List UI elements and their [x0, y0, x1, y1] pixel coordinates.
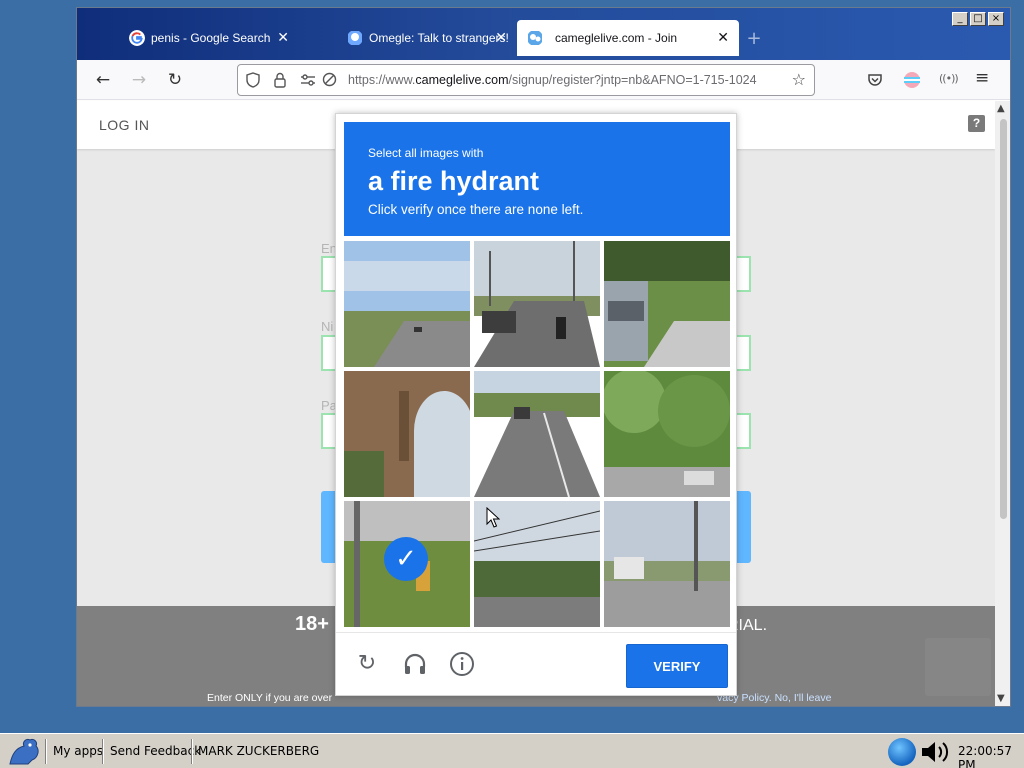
- menu-icon[interactable]: ≡: [975, 68, 989, 88]
- close-window-button[interactable]: ×: [988, 12, 1004, 26]
- title-bar: penis - Google Search ✕ Omegle: Talk to …: [77, 8, 1010, 60]
- nickname-label: Ni: [321, 319, 334, 334]
- tab-strip: penis - Google Search ✕ Omegle: Talk to …: [81, 20, 769, 56]
- blocked-autoplay-icon[interactable]: [322, 72, 337, 87]
- recaptcha-badge-icon[interactable]: [925, 638, 991, 696]
- highway-image: [474, 371, 600, 497]
- scroll-down-icon[interactable]: ▼: [997, 693, 1005, 704]
- audio-challenge-headphones-icon[interactable]: [402, 651, 428, 677]
- permissions-icon[interactable]: [300, 73, 316, 87]
- url-domain: cameglelive.com: [415, 73, 509, 87]
- captcha-instructions: Select all images with a fire hydrant Cl…: [344, 122, 730, 236]
- captcha-image-cell[interactable]: [344, 241, 470, 367]
- start-menu-icon[interactable]: [6, 736, 42, 766]
- captcha-footer: ↻ VERIFY: [336, 632, 736, 696]
- taskbar-separator: [102, 739, 104, 764]
- bookmark-star-icon[interactable]: ☆: [792, 70, 806, 89]
- account-flag-icon[interactable]: [903, 71, 921, 89]
- close-tab-icon[interactable]: ✕: [495, 29, 507, 46]
- forward-arrow-icon[interactable]: →: [128, 69, 150, 91]
- instruction-sub: Click verify once there are none left.: [368, 202, 584, 217]
- captcha-image-cell[interactable]: [604, 501, 730, 627]
- login-link[interactable]: LOG IN: [99, 117, 149, 133]
- trees-image: [604, 371, 730, 497]
- reload-icon[interactable]: ↻: [164, 69, 186, 91]
- maximize-button[interactable]: □: [970, 12, 986, 26]
- tab-google-search[interactable]: penis - Google Search ✕: [81, 20, 299, 56]
- google-icon: [129, 30, 145, 46]
- road-image: [474, 241, 600, 367]
- send-feedback-button[interactable]: Send Feedback: [110, 744, 201, 758]
- minimize-button[interactable]: _: [952, 12, 968, 26]
- close-tab-icon[interactable]: ✕: [277, 29, 289, 46]
- enter-only-text: Enter ONLY if you are over: [207, 692, 333, 704]
- info-icon[interactable]: [449, 651, 475, 677]
- parked-car-image: [604, 241, 730, 367]
- captcha-image-cell[interactable]: [604, 371, 730, 497]
- close-tab-icon[interactable]: ✕: [717, 29, 729, 46]
- tab-title: penis - Google Search: [151, 31, 271, 45]
- volume-icon[interactable]: [920, 739, 954, 765]
- navigation-toolbar: ← → ↻ https://www.cameglelive.com/signup…: [77, 60, 1010, 100]
- captcha-image-cell[interactable]: [474, 371, 600, 497]
- taskbar: My apps Send Feedback MARK ZUCKERBERG 22…: [0, 733, 1024, 768]
- instruction-small: Select all images with: [368, 146, 484, 160]
- captcha-challenge: Select all images with a fire hydrant Cl…: [335, 113, 737, 696]
- tab-cameglelive[interactable]: cameglelive.com - Join ✕: [517, 20, 739, 56]
- captcha-image-cell[interactable]: [344, 371, 470, 497]
- pocket-icon[interactable]: [867, 72, 883, 88]
- my-apps-button[interactable]: My apps: [53, 744, 103, 758]
- tab-title: cameglelive.com - Join: [555, 31, 678, 45]
- taskbar-separator: [191, 739, 193, 764]
- tab-title: Omegle: Talk to strangers!: [369, 31, 509, 45]
- extension-icon[interactable]: ((•)): [939, 72, 959, 85]
- shield-icon[interactable]: [246, 72, 260, 88]
- url-path: /signup/register?jntp=nb&AFNO=1-715-1024: [508, 73, 757, 87]
- network-globe-icon[interactable]: [888, 738, 916, 766]
- age-warning-text: 18+: [295, 613, 329, 635]
- url-text[interactable]: https://www.cameglelive.com/signup/regis…: [348, 73, 778, 87]
- window-controls: _ □ ×: [952, 12, 1004, 26]
- system-clock: 22:00:57 PM: [958, 744, 1012, 768]
- url-prefix: https://www.: [348, 73, 416, 87]
- help-icon[interactable]: ?: [968, 115, 985, 132]
- verify-button[interactable]: VERIFY: [626, 644, 728, 688]
- lock-icon[interactable]: [274, 72, 286, 88]
- captcha-image-grid: ✓: [344, 241, 730, 627]
- instruction-target: a fire hydrant: [368, 166, 540, 196]
- captcha-image-cell[interactable]: [474, 241, 600, 367]
- new-tab-button[interactable]: +: [739, 20, 769, 56]
- omegle-icon: [348, 31, 362, 45]
- tab-omegle[interactable]: Omegle: Talk to strangers! ✕: [299, 20, 517, 56]
- cameglelive-icon: [528, 31, 542, 45]
- captcha-image-cell-selected[interactable]: ✓: [344, 501, 470, 627]
- captcha-image-cell[interactable]: [604, 241, 730, 367]
- arch-image: [344, 371, 470, 497]
- user-name[interactable]: MARK ZUCKERBERG: [198, 744, 319, 758]
- intersection-image: [604, 501, 730, 627]
- address-bar[interactable]: https://www.cameglelive.com/signup/regis…: [237, 64, 815, 96]
- taskbar-separator: [45, 739, 47, 764]
- refresh-icon[interactable]: ↻: [354, 651, 380, 677]
- scroll-thumb[interactable]: [1000, 119, 1007, 519]
- page-scrollbar[interactable]: ▲ ▼: [995, 101, 1010, 706]
- road-image: [344, 241, 470, 367]
- selected-check-icon: ✓: [384, 537, 428, 581]
- back-arrow-icon[interactable]: ←: [92, 69, 114, 91]
- mouse-cursor-icon: [486, 507, 500, 528]
- scroll-up-icon[interactable]: ▲: [997, 103, 1005, 114]
